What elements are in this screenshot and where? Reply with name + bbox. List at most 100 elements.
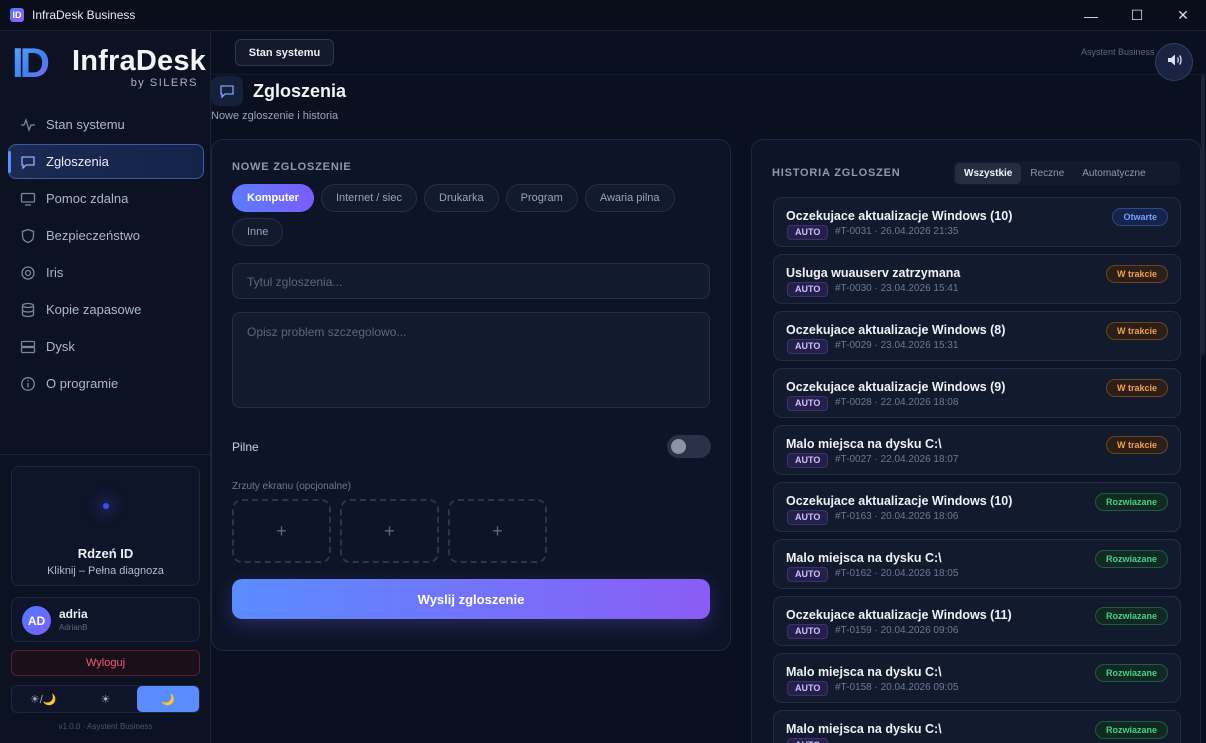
sidebar-item-label: Pomoc zdalna [46,191,129,206]
ticket-item[interactable]: Malo miejsca na dysku C:\ AUTO #T-0162 · 2… [773,539,1181,589]
ticket-meta: #T-0158 · 20.04.2026 09:05 [835,682,959,693]
urgent-toggle[interactable] [667,435,711,458]
new-ticket-heading: NOWE ZGLOSZENIE [232,161,352,173]
ticket-title: Oczekujace aktualizacje Windows (9) [786,380,1006,394]
ticket-source-badge: AUTO [787,738,829,743]
screenshot-slot[interactable]: + [232,499,331,563]
ticket-source-badge: AUTO [787,681,829,696]
category-chip-komputer[interactable]: Komputer [232,184,314,212]
category-chip-program[interactable]: Program [505,184,578,212]
chat-icon [19,153,37,171]
ticket-source-badge: AUTO [787,396,829,411]
ticket-title: Oczekujace aktualizacje Windows (8) [786,323,1006,337]
sidebar-item-label: Bezpieczeństwo [46,228,140,243]
history-tabs: Wszystkie Reczne Automatyczne [953,161,1180,185]
sidebar-item-zgloszenia[interactable]: Zgloszenia [8,144,204,179]
maximize-button[interactable]: ☐ [1114,0,1160,31]
minimize-button[interactable]: — [1068,0,1114,31]
sidebar-item-label: Kopie zapasowe [46,302,142,317]
ticket-item[interactable]: Oczekujace aktualizacje Windows (11) AUTO… [773,596,1181,646]
status-badge: Rozwiazane [1094,721,1168,739]
ticket-item[interactable]: Malo miejsca na dysku C:\ AUTO #T-0158 · 2… [773,653,1181,703]
user-card: AD adria AdrianB [11,597,200,642]
status-badge: Rozwiazane [1094,493,1168,511]
top-bar: Stan systemu Asystent Business · [211,31,1206,75]
theme-dark-button[interactable]: 🌙 [136,686,199,712]
scrollbar-thumb[interactable] [1201,75,1205,355]
ticket-title: Malo miejsca na dysku C:\ [786,437,942,451]
version-label: v1.0.0 · Asystent Business [58,722,153,731]
sidebar-item-o-programie[interactable]: O programie [8,366,204,401]
app-icon: ID [10,8,24,22]
logout-button[interactable]: Wyloguj [11,650,200,676]
pulse-icon [19,116,37,134]
history-panel: HISTORIA ZGLOSZEN Wszystkie Reczne Autom… [751,139,1201,743]
ticket-source-badge: AUTO [787,339,829,354]
ticket-source-badge: AUTO [787,567,829,582]
logo-name: InfraDesk [72,45,206,77]
ticket-meta: #T-0027 · 22.04.2026 18:07 [835,454,959,465]
screenshot-slot[interactable]: + [340,499,439,563]
new-ticket-panel: NOWE ZGLOSZENIE Komputer Internet / siec… [211,139,731,651]
status-badge: Rozwiazane [1094,550,1168,568]
category-chip-awaria[interactable]: Awaria pilna [584,184,675,212]
ticket-item[interactable]: Malo miejsca na dysku C:\ AUTO Rozwiazane [773,710,1181,743]
window-title: InfraDesk Business [32,8,136,22]
core-diagnosis-card[interactable]: Rdzeń ID Kliknij – Pełna diagnoza [11,466,200,586]
speaker-button[interactable] [1155,43,1193,81]
assistant-label: Asystent Business · [1080,47,1160,57]
close-button[interactable]: ✕ [1160,0,1206,31]
ticket-title: Malo miejsca na dysku C:\ [786,551,942,565]
core-orb-icon [103,503,109,509]
category-chip-inne[interactable]: Inne [232,218,284,246]
sidebar-nav: Stan systemu Zgloszenia Pomoc zdalna Bez… [8,107,204,403]
ticket-item[interactable]: Usluga wuauserv zatrzymana AUTO #T-0030 · … [773,254,1181,304]
ticket-title: Oczekujace aktualizacje Windows (10) [786,494,1013,508]
speaker-icon [1165,51,1183,74]
server-icon [19,338,37,356]
theme-switch: ☀/🌙 ☀ 🌙 [11,685,200,713]
sidebar-divider [0,454,211,455]
sidebar-item-stan-systemu[interactable]: Stan systemu [8,107,204,142]
sidebar-item-label: Iris [46,265,64,280]
ticket-description-input[interactable]: Opisz problem szczegolowo... [232,312,710,408]
ticket-title: Usluga wuauserv zatrzymana [786,266,961,280]
sidebar-item-kopie-zapasowe[interactable]: Kopie zapasowe [8,292,204,327]
theme-auto-button[interactable]: ☀/🌙 [12,686,74,712]
sidebar-item-pomoc-zdalna[interactable]: Pomoc zdalna [8,181,204,216]
system-status-button[interactable]: Stan systemu [235,39,334,66]
category-chip-drukarka[interactable]: Drukarka [424,184,499,212]
ticket-item[interactable]: Oczekujace aktualizacje Windows (10) AUTO… [773,197,1181,247]
sidebar-item-bezpieczenstwo[interactable]: Bezpieczeństwo [8,218,204,253]
category-chip-internet[interactable]: Internet / siec [320,184,417,212]
page-subtitle: Nowe zgloszenie i historia [211,110,339,122]
ticket-item[interactable]: Malo miejsca na dysku C:\ AUTO #T-0027 · 2… [773,425,1181,475]
ticket-item[interactable]: Oczekujace aktualizacje Windows (9) AUTO #… [773,368,1181,418]
submit-ticket-button[interactable]: Wyslij zgloszenie [232,579,710,619]
theme-light-button[interactable]: ☀ [74,686,136,712]
monitor-icon [19,190,37,208]
ticket-item[interactable]: Oczekujace aktualizacje Windows (10) AUTO… [773,482,1181,532]
tab-wszystkie[interactable]: Wszystkie [955,162,1022,184]
status-badge: W trakcie [1105,265,1168,283]
sidebar-item-label: O programie [46,376,119,391]
ticket-source-badge: AUTO [787,225,829,240]
ticket-title-input[interactable]: Tytul zgloszenia... [232,263,710,299]
sidebar-item-dysk[interactable]: Dysk [8,329,204,364]
tab-automatyczne[interactable]: Automatyczne [1073,163,1154,184]
ticket-item[interactable]: Oczekujace aktualizacje Windows (8) AUTO #… [773,311,1181,361]
main-scrollbar[interactable] [1200,75,1206,743]
screenshot-slot[interactable]: + [448,499,547,563]
ticket-meta: #T-0030 · 23.04.2026 15:41 [835,283,959,294]
ticket-meta: #T-0159 · 20.04.2026 09:06 [835,625,959,636]
status-badge: Rozwiazane [1094,607,1168,625]
status-badge: W trakcie [1105,436,1168,454]
window-controls: — ☐ ✕ [1068,0,1206,31]
info-icon [19,375,37,393]
avatar: AD [22,606,51,635]
status-badge: W trakcie [1105,322,1168,340]
sidebar-item-label: Stan systemu [46,117,125,132]
sidebar-item-iris[interactable]: Iris [8,255,204,290]
page-chat-icon [211,76,243,106]
tab-reczne[interactable]: Reczne [1021,163,1073,184]
